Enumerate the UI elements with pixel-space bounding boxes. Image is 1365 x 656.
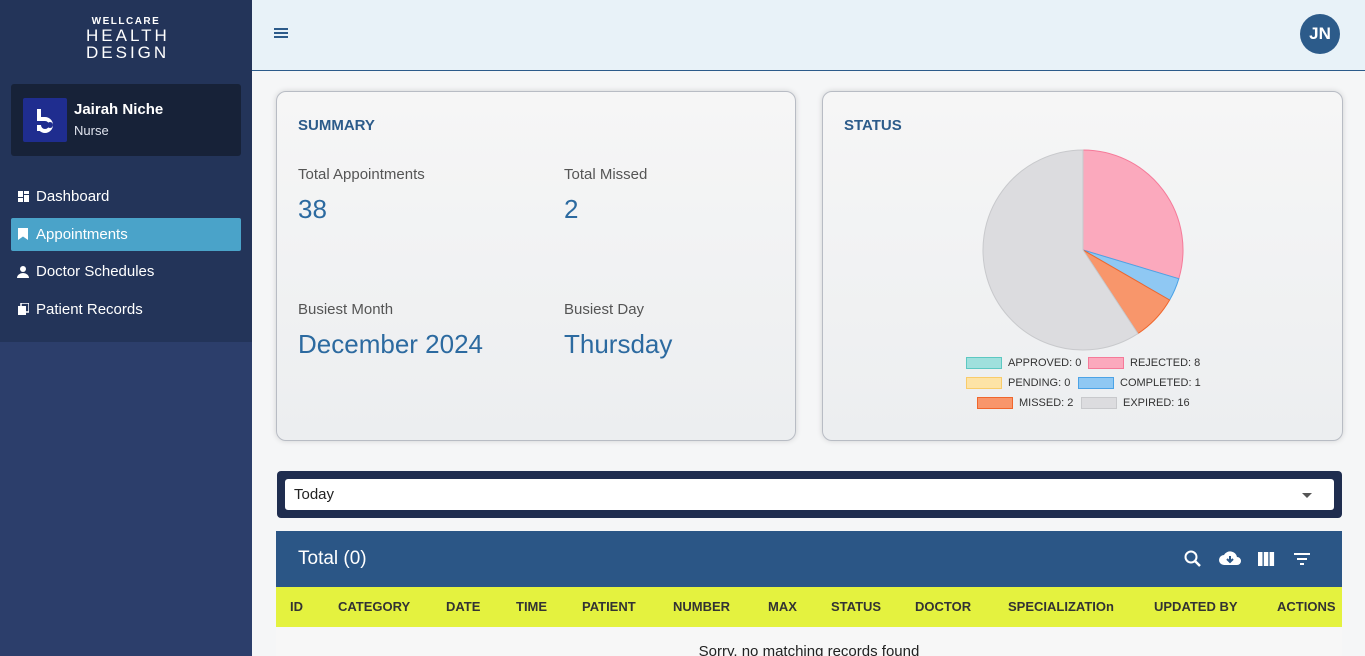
legend-approved[interactable]: APPROVED: 0 (966, 357, 1081, 369)
legend-label: COMPLETED: 1 (1120, 377, 1201, 389)
legend-swatch (1088, 357, 1124, 369)
legend-label: APPROVED: 0 (1008, 357, 1082, 369)
legend-rejected[interactable]: REJECTED: 8 (1088, 357, 1200, 369)
sidebar-nav: Dashboard Appointments Doctor Schedules … (11, 180, 241, 330)
total-appointments-value: 38 (298, 194, 327, 224)
date-range-select[interactable]: Today (285, 479, 1334, 510)
bookmark-icon (17, 228, 29, 240)
summary-title: SUMMARY (298, 117, 375, 134)
legend-completed[interactable]: COMPLETED: 1 (1078, 377, 1201, 389)
status-card: STATUS APPROVED: 0 REJECTED: 8 PENDING: … (822, 91, 1343, 441)
total-missed-label: Total Missed (564, 166, 648, 183)
doctor-icon (17, 265, 29, 278)
legend-pending[interactable]: PENDING: 0 (966, 377, 1070, 389)
column-max[interactable]: MAX (768, 599, 797, 614)
sidebar-item-label: Doctor Schedules (36, 263, 155, 280)
avatar[interactable]: JN (1300, 14, 1340, 54)
column-time[interactable]: TIME (516, 599, 547, 614)
legend-swatch (977, 397, 1013, 409)
legend-expired[interactable]: EXPIRED: 16 (1081, 397, 1190, 409)
column-number[interactable]: NUMBER (673, 599, 730, 614)
sidebar-item-label: Appointments (36, 225, 128, 243)
sidebar-item-doctor-schedules[interactable]: Doctor Schedules (11, 255, 241, 288)
dashboard-icon (17, 191, 29, 203)
busiest-day-value: Thursday (564, 329, 673, 359)
busiest-month-label: Busiest Month (298, 301, 394, 318)
search-icon[interactable] (1183, 549, 1203, 569)
legend-swatch (1081, 397, 1117, 409)
status-pie-chart (982, 149, 1184, 351)
legend-swatch (966, 377, 1002, 389)
download-icon[interactable] (1218, 549, 1242, 569)
logo-line2: DESIGN (86, 43, 170, 62)
user-name: Jairah Niche (74, 101, 164, 118)
column-actions[interactable]: ACTIONS (1277, 599, 1336, 614)
user-card: Jairah Niche Nurse (11, 84, 241, 156)
logo: WELLCARE HEALTH DESIGN (86, 16, 170, 64)
legend-swatch (1078, 377, 1114, 389)
sidebar: WELLCARE HEALTH DESIGN Jairah Niche Nurs… (0, 0, 252, 656)
column-updated-by[interactable]: UPDATED BY (1154, 599, 1238, 614)
date-range-value: Today (294, 486, 335, 503)
filter-bar: Today (277, 471, 1342, 518)
sidebar-item-patient-records[interactable]: Patient Records (11, 293, 241, 326)
column-id[interactable]: ID (290, 599, 303, 614)
sidebar-item-dashboard[interactable]: Dashboard (11, 180, 241, 213)
total-missed-value: 2 (564, 194, 579, 224)
legend-label: EXPIRED: 16 (1123, 397, 1190, 409)
sidebar-item-appointments[interactable]: Appointments (11, 217, 241, 251)
status-title: STATUS (844, 117, 902, 134)
summary-card: SUMMARY Total Appointments 38 Total Miss… (276, 91, 796, 441)
legend-label: REJECTED: 8 (1130, 357, 1201, 369)
filter-icon[interactable] (1292, 549, 1312, 569)
legend-label: MISSED: 2 (1019, 397, 1074, 409)
records-icon (17, 303, 29, 315)
table-toolbar: Total (0) (276, 531, 1342, 587)
chevron-down-icon (1302, 493, 1312, 498)
column-patient[interactable]: PATIENT (582, 599, 636, 614)
sidebar-item-label: Dashboard (36, 188, 110, 205)
busiest-day-label: Busiest Day (564, 301, 645, 318)
empty-message: Sorry, no matching records found (276, 627, 1342, 656)
table-title: Total (0) (298, 548, 367, 569)
top-bar: JN (252, 0, 1365, 71)
sidebar-item-label: Patient Records (36, 300, 143, 318)
column-doctor[interactable]: DOCTOR (915, 599, 971, 614)
menu-icon[interactable] (274, 26, 290, 42)
column-category[interactable]: CATEGORY (338, 599, 410, 614)
column-specialization[interactable]: SPECIALIZATIOn (1008, 599, 1114, 614)
table-header-row: ID CATEGORY DATE TIME PATIENT NUMBER MAX… (276, 587, 1342, 627)
legend-missed[interactable]: MISSED: 2 (977, 397, 1073, 409)
column-date[interactable]: DATE (446, 599, 480, 614)
legend-swatch (966, 357, 1002, 369)
total-appointments-label: Total Appointments (298, 166, 425, 183)
columns-icon[interactable] (1256, 549, 1276, 569)
column-status[interactable]: STATUS (831, 599, 881, 614)
legend-label: PENDING: 0 (1008, 377, 1071, 389)
busiest-month-value: December 2024 (298, 329, 483, 359)
user-role: Nurse (74, 123, 109, 138)
user-logo-icon (23, 98, 67, 142)
logo-line1: HEALTH (86, 26, 170, 45)
